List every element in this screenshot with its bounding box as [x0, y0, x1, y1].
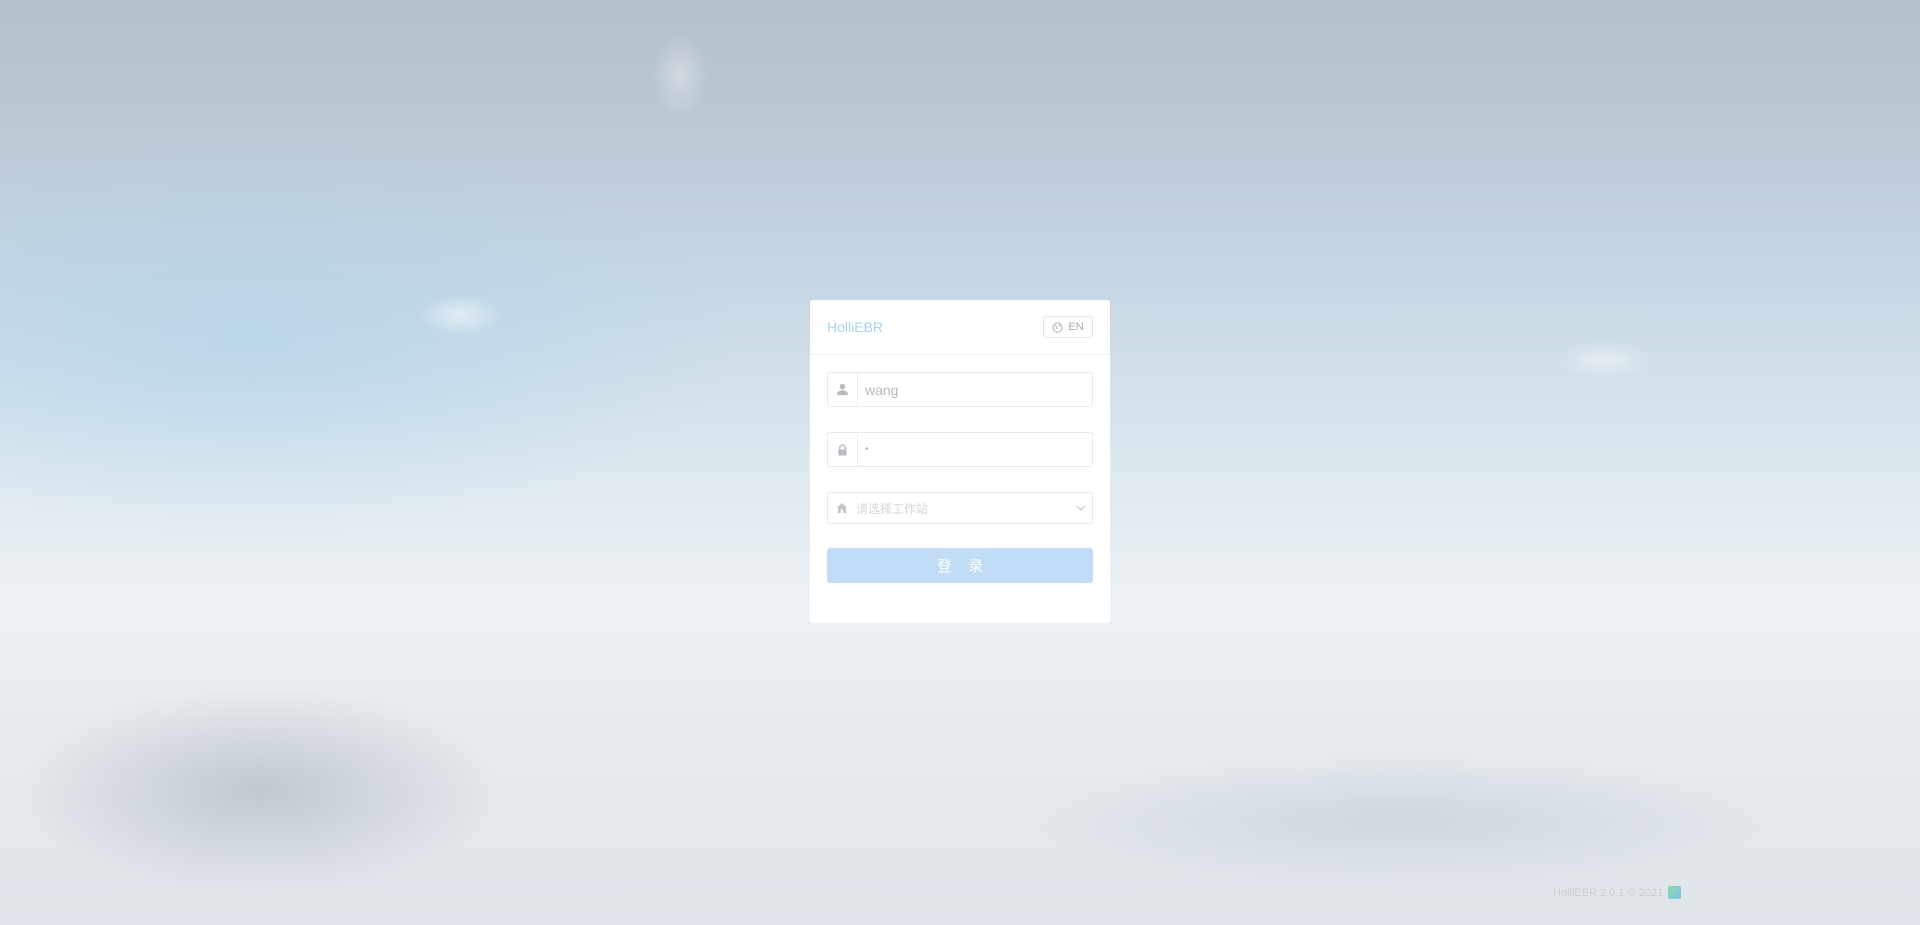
password-input[interactable]: • — [858, 444, 1092, 455]
language-label: EN — [1068, 321, 1084, 333]
workstation-select[interactable]: 请选择工作站 — [827, 492, 1093, 524]
password-field[interactable]: • — [827, 432, 1093, 467]
login-button-label: 登 录 — [936, 558, 990, 575]
login-button[interactable]: 登 录 — [827, 548, 1093, 583]
username-field[interactable]: wang — [827, 372, 1093, 407]
app-title: HolliEBR — [827, 319, 884, 335]
logo-icon — [1668, 886, 1682, 899]
workstation-placeholder: 请选择工作站 — [856, 501, 929, 516]
home-icon — [828, 493, 856, 523]
lock-icon — [828, 433, 858, 466]
login-card: HolliEBR EN wang • 请选择工作站 登 录 — [810, 300, 1110, 623]
card-header: HolliEBR EN — [810, 300, 1110, 355]
chevron-down-icon[interactable] — [1070, 505, 1092, 511]
user-icon — [828, 373, 858, 406]
username-input[interactable]: wang — [858, 382, 1092, 398]
footer-copyright: HolliEBR 2.0.1 © 2021 — [1553, 886, 1664, 899]
footer: HolliEBR 2.0.1 © 2021 — [1553, 886, 1682, 899]
language-switch-button[interactable]: EN — [1043, 316, 1093, 338]
globe-icon — [1052, 321, 1063, 333]
